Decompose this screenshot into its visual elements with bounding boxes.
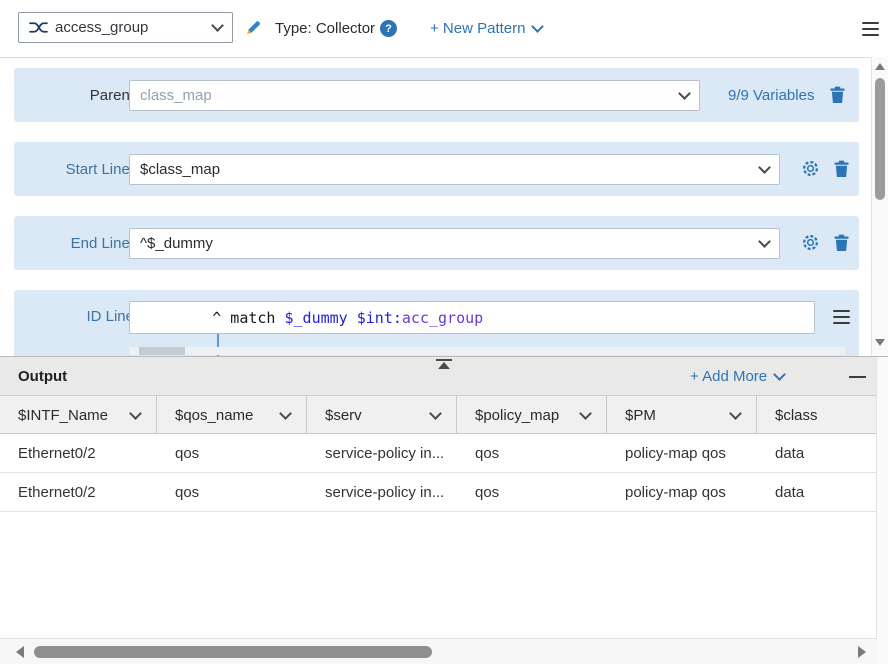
- new-pattern-button[interactable]: + New Pattern: [430, 0, 542, 57]
- trash-icon[interactable]: [834, 234, 849, 256]
- add-more-label: + Add More: [690, 368, 767, 385]
- type-label: Type: Collector: [275, 0, 375, 57]
- end-line-row: End Line: ^$_dummy: [14, 216, 859, 270]
- column-header[interactable]: $class: [757, 396, 888, 434]
- column-header[interactable]: $INTF_Name: [0, 396, 157, 434]
- end-line-label: End Line:: [34, 216, 134, 270]
- menu-hamburger-icon[interactable]: [862, 22, 879, 36]
- id-line-input[interactable]: ^ match $_dummy $int:acc_group: [129, 301, 815, 334]
- idline-space: [348, 309, 357, 327]
- column-label: $PM: [625, 407, 656, 424]
- chevron-down-icon: [758, 235, 771, 248]
- idline-var-name: acc_group: [402, 309, 483, 327]
- edit-pencil-icon[interactable]: [245, 19, 263, 41]
- idline-var-int: $int:: [357, 309, 402, 327]
- chevron-down-icon: [579, 407, 592, 420]
- pattern-editor-window: access_group Type: Collector ? + New Pat…: [0, 0, 888, 664]
- minimize-button[interactable]: [849, 376, 866, 378]
- scrollbar-gutter: [876, 357, 888, 664]
- new-pattern-label: + New Pattern: [430, 20, 525, 37]
- cell-serv: service-policy in...: [307, 434, 457, 473]
- chevron-down-icon: [429, 407, 442, 420]
- scroll-up-arrow[interactable]: [875, 63, 885, 70]
- parent-label: Parent: [34, 68, 134, 122]
- cell-qos-name: qos: [157, 473, 307, 512]
- column-header[interactable]: $PM: [607, 396, 757, 434]
- collapse-up-icon: [438, 362, 450, 369]
- column-label: $policy_map: [475, 407, 559, 424]
- parent-row: Parent class_map 9/9 Variables: [14, 68, 859, 122]
- id-line-menu-icon[interactable]: [833, 310, 850, 324]
- chevron-down-icon: [758, 161, 771, 174]
- output-panel: Output + Add More $INTF_Name $qos_name $…: [0, 356, 888, 664]
- variables-link[interactable]: 9/9 Variables: [728, 68, 814, 122]
- column-label: $qos_name: [175, 407, 253, 424]
- start-line-value: $class_map: [140, 161, 760, 178]
- cell-intf-name: Ethernet0/2: [0, 473, 157, 512]
- help-icon[interactable]: ?: [380, 20, 397, 37]
- chevron-down-icon: [211, 19, 224, 32]
- top-toolbar: access_group Type: Collector ? + New Pat…: [0, 0, 888, 58]
- horizontal-scrollbar[interactable]: [0, 638, 877, 664]
- collapse-panel-handle[interactable]: [435, 359, 453, 369]
- cell-pm: policy-map qos: [607, 434, 757, 473]
- inner-scrollbar-thumb[interactable]: [139, 347, 185, 355]
- trash-icon[interactable]: [830, 86, 845, 108]
- chevron-down-icon: [678, 87, 691, 100]
- scroll-left-arrow[interactable]: [16, 646, 24, 658]
- end-line-value: ^$_dummy: [140, 235, 760, 252]
- output-header: Output + Add More: [0, 357, 888, 396]
- pattern-selector-value: access_group: [55, 19, 206, 36]
- inner-horizontal-scrollbar[interactable]: [129, 347, 845, 355]
- pattern-merge-icon: [29, 20, 48, 35]
- table-row[interactable]: Ethernet0/2 qos service-policy in... qos…: [0, 434, 888, 473]
- chevron-down-icon: [773, 368, 786, 381]
- cell-class: data: [757, 473, 888, 512]
- parent-select-value: class_map: [140, 87, 680, 104]
- column-label: $class: [775, 407, 818, 424]
- horizontal-scrollbar-thumb[interactable]: [34, 646, 432, 658]
- table-row[interactable]: Ethernet0/2 qos service-policy in... qos…: [0, 473, 888, 512]
- scroll-right-arrow[interactable]: [858, 646, 866, 658]
- idline-literal: ^ match: [212, 309, 284, 327]
- cell-qos-name: qos: [157, 434, 307, 473]
- vertical-scrollbar[interactable]: [871, 57, 888, 356]
- column-label: $INTF_Name: [18, 407, 108, 424]
- gear-icon[interactable]: [801, 159, 820, 182]
- pattern-selector-dropdown[interactable]: access_group: [18, 12, 233, 43]
- cell-class: data: [757, 434, 888, 473]
- cell-serv: service-policy in...: [307, 473, 457, 512]
- scroll-down-arrow[interactable]: [875, 339, 885, 346]
- cell-intf-name: Ethernet0/2: [0, 434, 157, 473]
- id-line-row: ID Line ^ match $_dummy $int:acc_group: [14, 290, 859, 356]
- vertical-scrollbar-thumb[interactable]: [875, 78, 885, 200]
- cell-pm: policy-map qos: [607, 473, 757, 512]
- chevron-down-icon: [279, 407, 292, 420]
- parent-select[interactable]: class_map: [129, 80, 700, 111]
- trash-icon[interactable]: [834, 160, 849, 182]
- gear-icon[interactable]: [801, 233, 820, 256]
- output-table-header: $INTF_Name $qos_name $serv $policy_map $…: [0, 396, 888, 434]
- column-header[interactable]: $policy_map: [457, 396, 607, 434]
- column-header[interactable]: $qos_name: [157, 396, 307, 434]
- start-line-label: Start Line:: [34, 142, 134, 196]
- start-line-select[interactable]: $class_map: [129, 154, 780, 185]
- chevron-down-icon: [729, 407, 742, 420]
- column-header[interactable]: $serv: [307, 396, 457, 434]
- add-more-button[interactable]: + Add More: [690, 357, 784, 396]
- start-line-row: Start Line: $class_map: [14, 142, 859, 196]
- column-label: $serv: [325, 407, 362, 424]
- cell-policy-map: qos: [457, 434, 607, 473]
- id-line-label: ID Line: [34, 290, 134, 342]
- idline-var-dummy: $_dummy: [285, 309, 348, 327]
- output-title: Output: [18, 357, 67, 396]
- chevron-down-icon: [532, 20, 545, 33]
- cell-policy-map: qos: [457, 473, 607, 512]
- chevron-down-icon: [129, 407, 142, 420]
- end-line-select[interactable]: ^$_dummy: [129, 228, 780, 259]
